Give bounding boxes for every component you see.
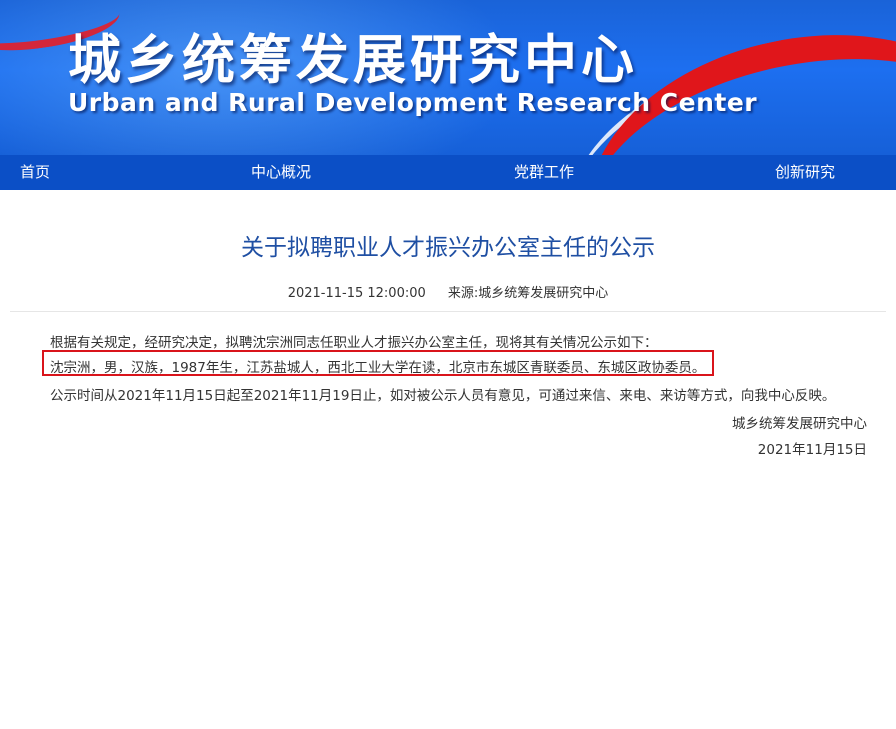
article-title: 关于拟聘职业人才振兴办公室主任的公示 [241,235,655,261]
nav-item-innovation-research[interactable]: 创新研究 [775,155,835,190]
paragraph-notice-period: 公示时间从2021年11月15日起至2021年11月19日止，如对被公示人员有意… [50,388,836,404]
signature: 城乡统筹发展研究中心 [732,416,867,432]
paragraph-intro: 根据有关规定，经研究决定，拟聘沈宗洲同志任职业人才振兴办公室主任，现将其有关情况… [50,335,658,351]
highlight-box [42,350,714,376]
divider [10,311,886,312]
article-meta: 2021-11-15 12:00:00 来源:城乡统筹发展研究中心 [0,282,896,301]
publish-date: 2021-11-15 12:00:00 [287,286,426,301]
nav-item-home[interactable]: 首页 [20,155,50,190]
nav-item-party-work[interactable]: 党群工作 [514,155,574,190]
nav-item-about[interactable]: 中心概况 [251,155,311,190]
article-source: 来源:城乡统筹发展研究中心 [447,286,609,301]
main-nav: 首页 中心概况 党群工作 创新研究 [0,155,896,190]
site-title-en: Urban and Rural Development Research Cen… [68,88,758,117]
header-banner: 城乡统筹发展研究中心 Urban and Rural Development R… [0,0,896,155]
signature-date: 2021年11月15日 [757,442,867,458]
site-title-cn: 城乡统筹发展研究中心 [68,30,638,91]
